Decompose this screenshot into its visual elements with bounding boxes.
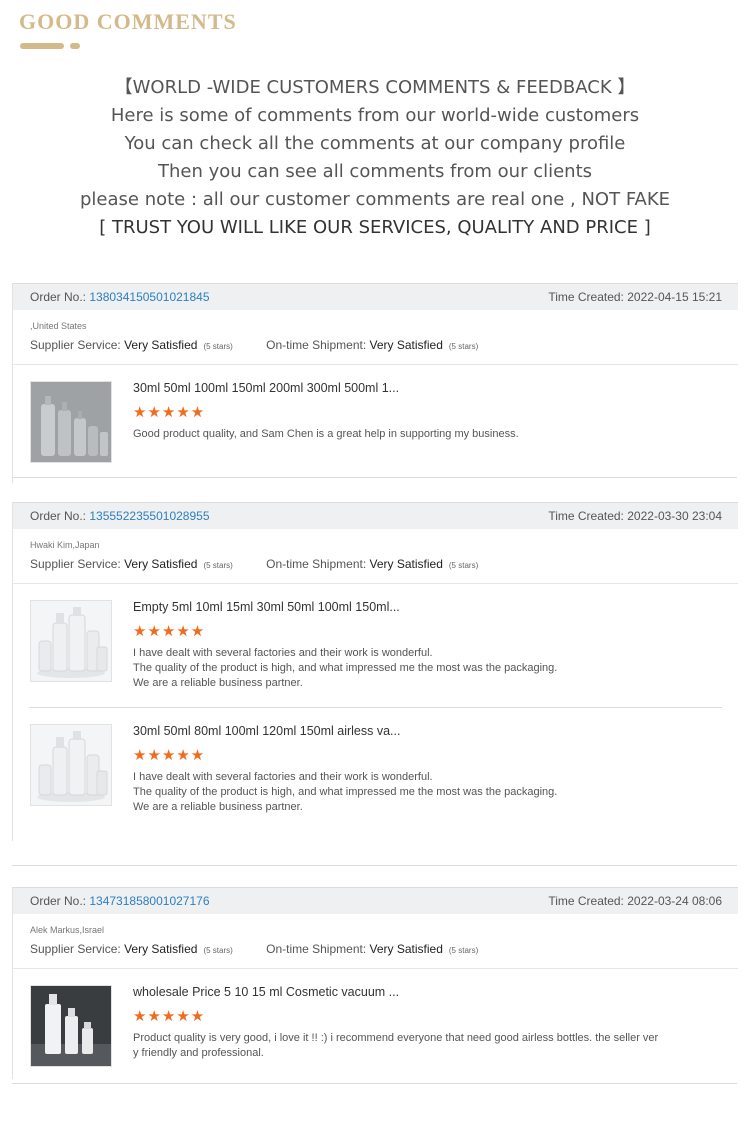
intro-heading: 【WORLD -WIDE CUSTOMERS COMMENTS & FEEDBA… (114, 77, 636, 98)
product-thumbnail[interactable] (30, 600, 112, 682)
comment-line: We are a reliable business partner. (133, 801, 303, 813)
shipment-stars: (5 stars) (448, 946, 479, 955)
product-title-link[interactable]: wholesale Price 5 10 15 ml Cosmetic vacu… (133, 985, 399, 999)
service-ratings: Supplier Service: Very Satisfied (5 stars… (30, 557, 721, 571)
comment-line: I have dealt with several factories and … (133, 647, 433, 659)
comment-line: Product quality is very good, i love it … (133, 1032, 659, 1044)
shipment-value: Very Satisfied (369, 557, 443, 571)
order-number-link[interactable]: 138034150501021845 (89, 290, 209, 304)
comment-line: y friendly and professional. (133, 1047, 264, 1059)
supplier-service-value: Very Satisfied (124, 557, 198, 571)
review-item: 30ml 50ml 80ml 100ml 120ml 150ml airless… (13, 723, 738, 841)
comment-line: The quality of the product is high, and … (133, 662, 558, 674)
supplier-service-stars: (5 stars) (203, 342, 233, 351)
rating-stars: ★★★★★ (133, 1008, 206, 1025)
intro-trust-line: [ TRUST YOU WILL LIKE OUR SERVICES, QUAL… (99, 217, 651, 238)
page-title: GOOD COMMENTS (19, 9, 237, 34)
product-thumbnail[interactable] (30, 381, 112, 463)
intro-line: You can check all the comments at our co… (124, 133, 626, 154)
intro-block: 【WORLD -WIDE CUSTOMERS COMMENTS & FEEDBA… (0, 74, 750, 242)
review-header: Order No.: 134731858001027176 Time Creat… (13, 887, 738, 914)
order-no-label: Order No.: (30, 894, 87, 908)
intro-line: please note : all our customer comments … (79, 189, 671, 210)
time-created-label: Time Created: (548, 509, 624, 523)
comment-line: We are a reliable business partner. (133, 677, 303, 689)
supplier-service-stars: (5 stars) (203, 561, 233, 570)
title-underline-short (70, 43, 80, 49)
rating-stars: ★★★★★ (133, 623, 206, 640)
customer-name: ,United States (30, 321, 87, 331)
order-number-link[interactable]: 135552235501028955 (89, 509, 209, 523)
review-comment: Good product quality, and Sam Chen is a … (133, 427, 673, 442)
shipment-value: Very Satisfied (369, 942, 443, 956)
supplier-service-label: Supplier Service: (30, 338, 121, 352)
customer-name: Hwaki Kim,Japan (30, 540, 100, 550)
product-thumbnail[interactable] (30, 724, 112, 806)
review-comment: I have dealt with several factories and … (133, 646, 673, 691)
shipment-value: Very Satisfied (369, 338, 443, 352)
rating-stars: ★★★★★ (133, 747, 206, 764)
comment-line: I have dealt with several factories and … (133, 771, 433, 783)
review-header: Order No.: 138034150501021845 Time Creat… (13, 283, 738, 310)
time-created-label: Time Created: (548, 894, 624, 908)
intro-line: Then you can see all comments from our c… (157, 161, 593, 182)
title-underline-long (20, 43, 64, 49)
intro-line: Here is some of comments from our world-… (110, 105, 640, 126)
order-no-label: Order No.: (30, 509, 87, 523)
card-bottom-border (12, 865, 737, 866)
product-title-link[interactable]: 30ml 50ml 80ml 100ml 120ml 150ml airless… (133, 724, 400, 738)
service-ratings: Supplier Service: Very Satisfied (5 stars… (30, 942, 721, 956)
review-item: wholesale Price 5 10 15 ml Cosmetic vacu… (13, 969, 738, 1079)
product-title-link[interactable]: Empty 5ml 10ml 15ml 30ml 50ml 100ml 150m… (133, 600, 400, 614)
shipment-stars: (5 stars) (448, 561, 479, 570)
review-card: Order No.: 134731858001027176 Time Creat… (12, 887, 738, 1079)
supplier-service-value: Very Satisfied (124, 942, 198, 956)
rating-stars: ★★★★★ (133, 404, 206, 421)
comment-line: Good product quality, and Sam Chen is a … (133, 428, 519, 440)
shipment-label: On-time Shipment: (266, 557, 367, 571)
supplier-service-label: Supplier Service: (30, 557, 121, 571)
supplier-service-value: Very Satisfied (124, 338, 198, 352)
order-number-link[interactable]: 134731858001027176 (89, 894, 209, 908)
review-item: Empty 5ml 10ml 15ml 30ml 50ml 100ml 150m… (13, 584, 738, 723)
customer-name: Alek Markus,Israel (30, 925, 105, 935)
review-card: Order No.: 135552235501028955 Time Creat… (12, 502, 738, 841)
service-ratings: Supplier Service: Very Satisfied (5 stars… (30, 338, 721, 352)
comment-line: The quality of the product is high, and … (133, 786, 558, 798)
supplier-service-stars: (5 stars) (203, 946, 233, 955)
supplier-service-label: Supplier Service: (30, 942, 121, 956)
card-bottom-border (12, 1083, 737, 1084)
product-thumbnail[interactable] (30, 985, 112, 1067)
shipment-stars: (5 stars) (448, 342, 479, 351)
time-created-label: Time Created: (548, 290, 624, 304)
card-bottom-border (12, 477, 737, 478)
product-title-link[interactable]: 30ml 50ml 100ml 150ml 200ml 300ml 500ml … (133, 381, 399, 395)
shipment-label: On-time Shipment: (266, 942, 367, 956)
review-comment: I have dealt with several factories and … (133, 770, 673, 815)
review-card: Order No.: 138034150501021845 Time Creat… (12, 283, 738, 483)
review-comment: Product quality is very good, i love it … (133, 1031, 673, 1061)
time-created-value: 2022-03-30 23:04 (627, 509, 722, 523)
review-header: Order No.: 135552235501028955 Time Creat… (13, 502, 738, 529)
review-item: 30ml 50ml 100ml 150ml 200ml 300ml 500ml … (13, 365, 738, 483)
order-no-label: Order No.: (30, 290, 87, 304)
time-created-value: 2022-03-24 08:06 (627, 894, 722, 908)
item-divider (29, 707, 722, 708)
shipment-label: On-time Shipment: (266, 338, 367, 352)
time-created-value: 2022-04-15 15:21 (627, 290, 722, 304)
